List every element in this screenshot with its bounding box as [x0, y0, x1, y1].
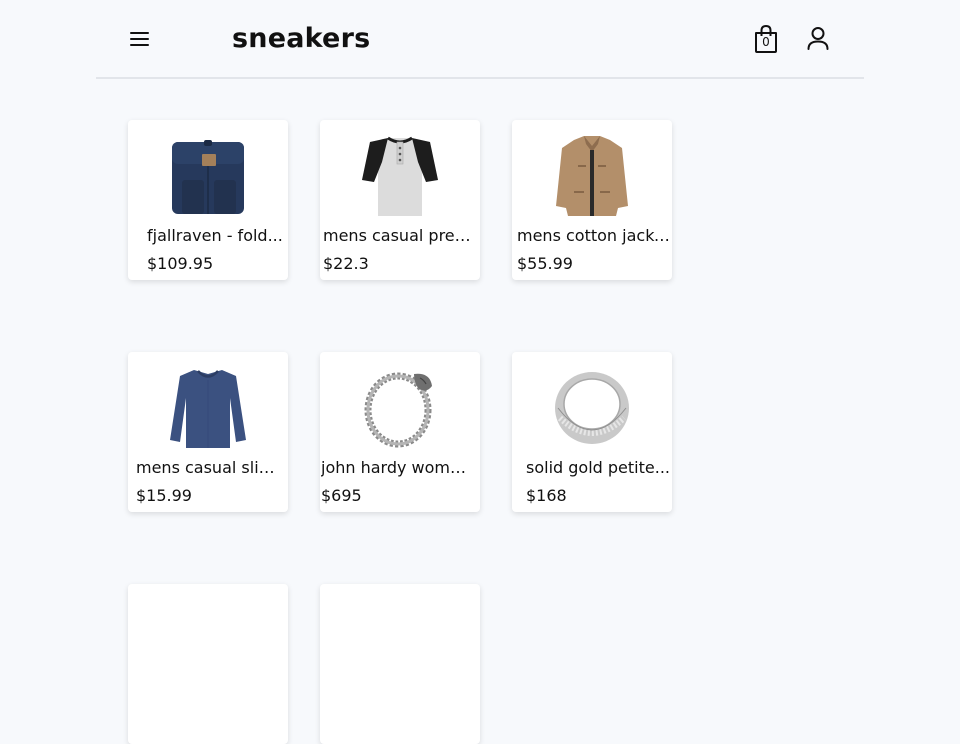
bracelet-image — [360, 368, 440, 448]
product-price: $22.3 — [323, 254, 369, 273]
product-card[interactable]: solid gold petite... $168 — [512, 352, 672, 512]
jacket-image — [552, 136, 632, 216]
product-price: $15.99 — [136, 486, 192, 505]
product-card[interactable]: fjallraven - fold... $109.95 — [128, 120, 288, 280]
product-card[interactable] — [128, 584, 288, 744]
long-sleeve-shirt-image — [168, 368, 248, 448]
henley-shirt-image — [360, 136, 440, 216]
product-title: john hardy women'... — [321, 458, 475, 477]
menu-line — [130, 44, 149, 46]
cart-count: 0 — [762, 35, 770, 49]
product-card[interactable]: mens cotton jacke... $55.99 — [512, 120, 672, 280]
product-title: mens cotton jacke... — [517, 226, 671, 245]
hamburger-menu-icon[interactable] — [126, 28, 154, 50]
product-price: $109.95 — [147, 254, 214, 273]
product-title: fjallraven - fold... — [147, 226, 283, 245]
logo[interactable]: sneakers — [232, 21, 370, 57]
menu-line — [130, 32, 149, 34]
product-card[interactable]: mens casual premi... $22.3 — [320, 120, 480, 280]
product-price: $168 — [526, 486, 567, 505]
product-card[interactable]: john hardy women'... $695 — [320, 352, 480, 512]
product-card[interactable] — [320, 584, 480, 744]
site-header: sneakers 0 — [96, 0, 864, 79]
user-icon — [807, 27, 829, 50]
menu-line — [130, 38, 149, 40]
product-title: solid gold petite... — [526, 458, 670, 477]
product-price: $695 — [321, 486, 362, 505]
backpack-image — [168, 136, 248, 216]
product-card[interactable]: mens casual slim ... $15.99 — [128, 352, 288, 512]
product-title: mens casual slim ... — [136, 458, 288, 477]
ring-image — [552, 368, 632, 448]
user-account-button[interactable] — [805, 25, 831, 53]
product-price: $55.99 — [517, 254, 573, 273]
cart-button[interactable]: 0 — [752, 24, 780, 54]
product-title: mens casual premi... — [323, 226, 477, 245]
